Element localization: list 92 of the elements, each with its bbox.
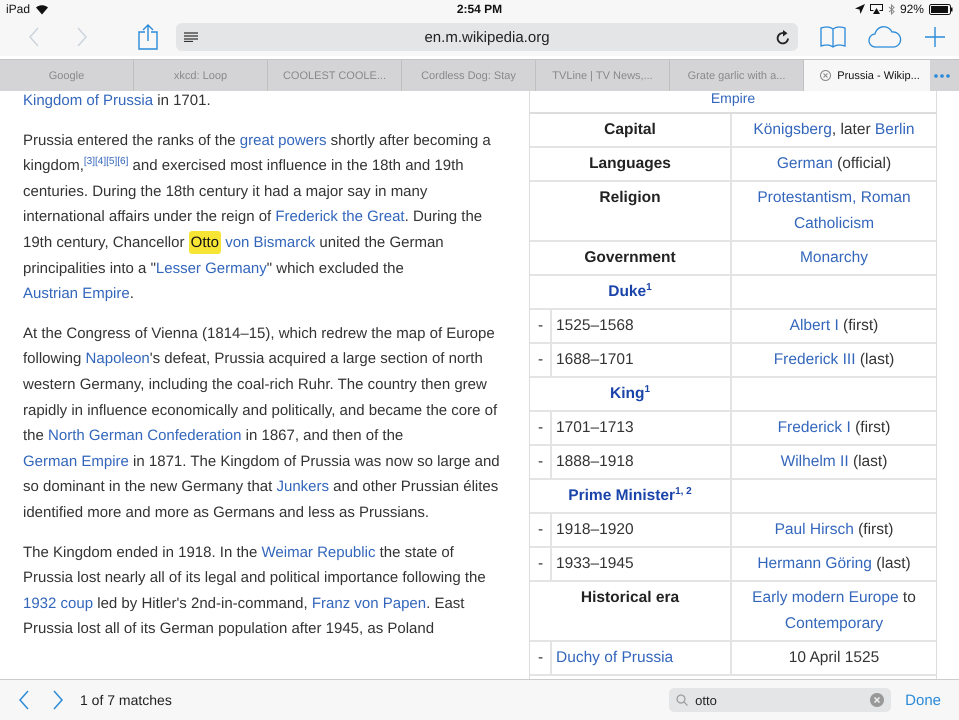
link[interactable]: Weimar Republic xyxy=(262,544,376,560)
find-field[interactable]: otto xyxy=(669,688,892,712)
search-icon xyxy=(676,694,688,706)
paragraph: The Kingdom ended in 1918. In the Weimar Republic the state of Prussia lost nearly all of its legal and political importance following the 1932 coup led by Hitler's 2nd-in-command, Franz von Papen. East Prussia lost all of its German population after 1945, as Poland xyxy=(23,542,487,640)
share-icon[interactable] xyxy=(138,24,158,50)
date-range: 1888–1918 xyxy=(556,453,634,470)
field-value: Early modern Europe to Contemporary xyxy=(732,582,936,642)
field-label: Capital xyxy=(530,114,732,148)
citation-link[interactable]: [3][4][5][6] xyxy=(84,156,128,168)
link[interactable]: Paul Hirsch xyxy=(774,517,854,543)
link[interactable]: Hermann Göring xyxy=(757,551,872,577)
section-link[interactable]: Duke$^{1}$ xyxy=(608,283,652,300)
dash: - xyxy=(538,351,544,368)
dash: - xyxy=(538,317,544,334)
battery-percent: 92% xyxy=(900,2,924,16)
paragraph: At the Congress of Vienna (1814–15), which redrew the map of Europe following Napoleon's defeat, Prussia acquired a large section of north western Germany, including the coal-rich Ruhr. The country then grew rapidly in influence economically and politically, and became the core of the North German Confederation in 1867, and then of the German Empire in 1871. The Kingdom of Prussia was now so large and so dominant in the new Germany that Junkers and other Prussian élites identified more and more as Germans and less as Prussians. xyxy=(23,324,501,523)
link[interactable]: Berlin xyxy=(874,117,915,143)
reader-icon[interactable] xyxy=(184,32,198,42)
link[interactable]: Frederick the Great xyxy=(275,208,405,226)
link[interactable]: Duchy of Prussia xyxy=(556,649,674,666)
clear-icon[interactable] xyxy=(870,693,884,707)
done-button[interactable]: Done xyxy=(901,690,945,710)
link[interactable]: Königsberg xyxy=(753,117,832,143)
link[interactable]: Junkers xyxy=(276,478,330,496)
link[interactable]: Contemporary xyxy=(784,611,884,637)
field-value: Wilhelm II (last) xyxy=(732,446,936,480)
clock-time: 2:54 PM xyxy=(456,2,502,16)
link[interactable]: Lesser Germany xyxy=(156,260,267,277)
field-value: Albert I (first) xyxy=(732,310,936,344)
close-tab-icon[interactable] xyxy=(820,70,832,81)
link[interactable]: Monarchy xyxy=(800,245,868,271)
browser-tab[interactable]: Prussia - Wikip... xyxy=(804,60,930,91)
link[interactable]: North German Confederation xyxy=(48,427,242,444)
link[interactable]: Franz von Papen xyxy=(312,594,426,612)
link[interactable]: Kingdom of Prussia xyxy=(23,92,154,109)
section-link[interactable]: King$^{1}$ xyxy=(610,385,650,402)
field-value: Hermann Göring (last) xyxy=(732,548,936,582)
link[interactable]: Frederick III xyxy=(774,347,856,373)
dash: - xyxy=(538,555,544,572)
field-value: German (official) xyxy=(732,148,936,182)
battery-icon xyxy=(928,4,953,14)
field-label: Historical era xyxy=(530,582,732,642)
date-range: 1918–1920 xyxy=(556,521,634,538)
date-range: 1525–1568 xyxy=(556,317,634,334)
url-text: en.m.wikipedia.org xyxy=(423,28,551,46)
link[interactable]: Protestantism, Roman Catholicism xyxy=(738,185,930,237)
field-label: Religion xyxy=(530,182,732,242)
section-link[interactable]: Prime Minister$^{1, 2}$ xyxy=(568,487,692,504)
find-input[interactable]: otto xyxy=(695,692,864,708)
link[interactable]: Empire xyxy=(710,91,756,106)
link[interactable]: Early modern Europe xyxy=(752,585,899,611)
more-icon[interactable] xyxy=(934,74,950,78)
dash: - xyxy=(538,419,544,436)
link[interactable]: Austrian Empire xyxy=(23,285,130,302)
paragraph: Prussia entered the ranks of the great powers shortly after becoming a kingdom,$^{[3][4][5][6]}$ and exercised most influence in the 18th and 19th centuries. During the 18th century it had a major say in many international affairs under the reign of Frederick the Great. During the 19th century, Chancellor Otto von Bismarck united the German principalities into a "Lesser Germany" which excluded the Austrian Empire. xyxy=(23,130,492,304)
address-bar[interactable]: en.m.wikipedia.org xyxy=(176,23,798,51)
book-icon[interactable] xyxy=(820,26,846,48)
next-match-icon[interactable] xyxy=(52,690,64,710)
field-value: Paul Hirsch (first) xyxy=(732,514,936,548)
search-highlight: Otto xyxy=(188,230,222,254)
dash: - xyxy=(538,453,544,470)
link[interactable]: von Bismarck xyxy=(225,234,316,251)
link[interactable]: Frederick I xyxy=(778,415,851,441)
field-value: 10 April 1525 xyxy=(732,642,936,676)
link[interactable]: 1932 coup xyxy=(23,594,94,612)
date-range: 1933–1945 xyxy=(556,555,634,572)
dash: - xyxy=(538,649,544,666)
link[interactable]: Albert I xyxy=(790,313,839,339)
field-value: Frederick III (last) xyxy=(732,344,936,378)
location-arrow-icon xyxy=(854,4,865,14)
plus-icon[interactable] xyxy=(924,26,946,48)
field-label: Government xyxy=(530,242,732,276)
link[interactable]: Napoleon xyxy=(86,350,150,368)
field-value: Frederick I (first) xyxy=(732,412,936,446)
link[interactable]: great powers xyxy=(240,132,327,149)
link[interactable]: Wilhelm II xyxy=(780,449,849,475)
device-name: iPad xyxy=(6,2,30,16)
field-label: Languages xyxy=(530,148,732,182)
match-count: 1 of 7 matches xyxy=(80,692,173,708)
date-range: 1688–1701 xyxy=(556,351,634,368)
link[interactable]: German xyxy=(776,151,833,177)
cloud-icon[interactable] xyxy=(868,26,902,48)
wifi-icon xyxy=(35,4,50,14)
paragraph: Kingdom of Prussia in 1701. xyxy=(23,91,212,111)
link[interactable]: German Empire xyxy=(23,452,129,470)
previous-match-icon[interactable] xyxy=(18,690,30,710)
dash: - xyxy=(538,521,544,538)
bluetooth-icon xyxy=(888,4,895,14)
date-range: 1701–1713 xyxy=(556,419,634,436)
reload-icon[interactable] xyxy=(776,30,790,44)
field-value: Königsberg, later Berlin xyxy=(732,114,936,148)
airplay-icon xyxy=(870,4,883,14)
